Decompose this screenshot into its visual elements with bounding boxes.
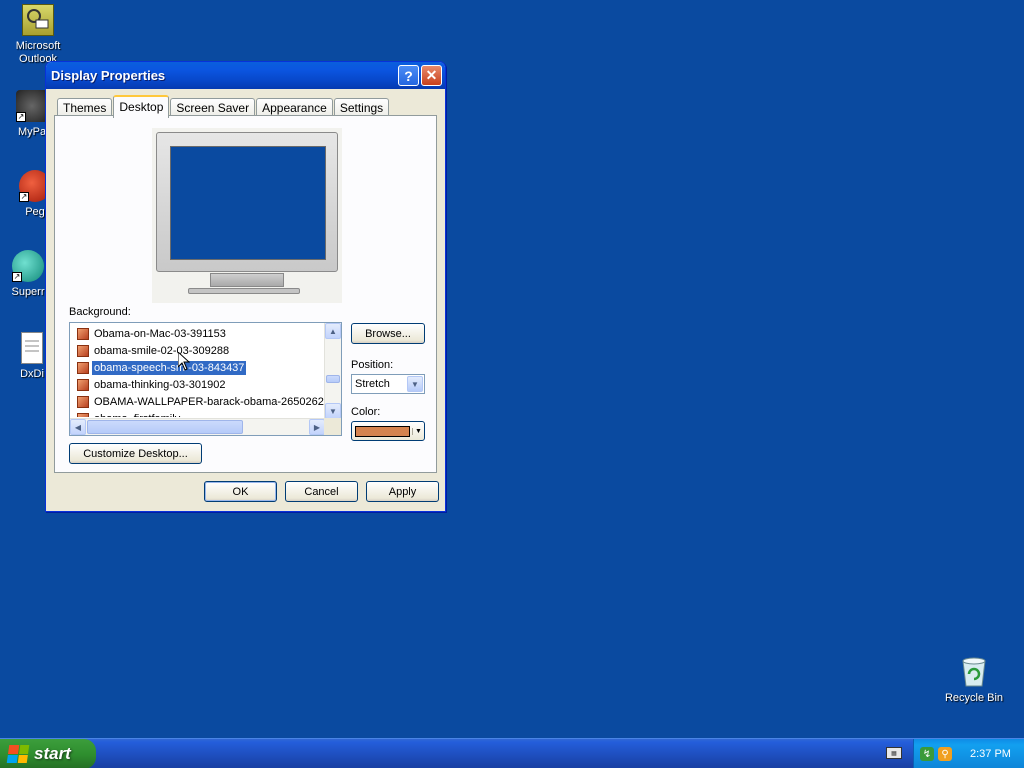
- list-item-label: obama-thinking-03-301902: [94, 378, 226, 391]
- display-properties-window: Display Properties ? ✕ Themes Desktop Sc…: [45, 61, 446, 512]
- list-item-label: OBAMA-WALLPAPER-barack-obama-2650262-8: [94, 395, 325, 408]
- scroll-down-icon[interactable]: ▼: [325, 403, 341, 419]
- apply-button[interactable]: Apply: [366, 481, 439, 502]
- cancel-button[interactable]: Cancel: [285, 481, 358, 502]
- monitor-preview: [152, 128, 342, 303]
- position-label: Position:: [351, 359, 394, 371]
- color-picker-button[interactable]: ▼: [351, 421, 425, 441]
- desktop-icon-label: Microsoft: [15, 40, 61, 52]
- background-list-items: Obama-on-Mac-03-391153 obama-smile-02-03…: [73, 325, 325, 417]
- background-listbox[interactable]: Obama-on-Mac-03-391153 obama-smile-02-03…: [69, 322, 342, 436]
- list-item-selected[interactable]: obama-speech-sm -03-843437: [73, 359, 325, 376]
- list-item[interactable]: obama-smile-02-03-309288: [73, 342, 325, 359]
- search-icon[interactable]: ⚲: [938, 747, 952, 761]
- monitor-foot: [188, 288, 300, 294]
- image-file-icon: [77, 361, 89, 374]
- mouse-cursor-icon: [178, 352, 190, 371]
- system-tray: ↯ ⚲ 2:37 PM: [913, 739, 1024, 768]
- chevron-down-icon: ▼: [412, 427, 424, 435]
- shortcut-arrow-icon: ↗: [19, 192, 29, 202]
- customize-desktop-button[interactable]: Customize Desktop...: [69, 443, 202, 464]
- color-label: Color:: [351, 406, 381, 418]
- start-button[interactable]: start: [0, 739, 96, 768]
- image-file-icon: [77, 327, 89, 340]
- position-value: Stretch: [355, 378, 390, 390]
- image-file-icon: [77, 344, 89, 357]
- scroll-up-icon[interactable]: ▲: [325, 323, 341, 339]
- start-label: start: [34, 744, 71, 763]
- color-swatch: [355, 425, 410, 437]
- list-item-label: obama-smile-02-03-309288: [94, 344, 230, 357]
- keyboard-icon[interactable]: ▦: [886, 747, 902, 759]
- outlook-icon: [22, 4, 54, 36]
- recycle-bin-label: Recycle Bin: [944, 692, 1004, 704]
- position-select[interactable]: Stretch ▼: [351, 374, 425, 394]
- vertical-scrollbar[interactable]: ▲ ▼: [324, 323, 341, 419]
- browse-button[interactable]: Browse...: [351, 323, 425, 344]
- shortcut-arrow-icon: ↗: [16, 112, 26, 122]
- tab-desktop[interactable]: Desktop: [113, 95, 170, 118]
- image-file-icon: [77, 412, 89, 417]
- shortcut-arrow-icon: ↗: [12, 272, 22, 282]
- list-item-label: Obama-on-Mac-03-391153: [94, 327, 226, 340]
- window-title: Display Properties: [51, 68, 166, 83]
- chevron-down-icon: ▼: [407, 376, 423, 392]
- desktop-icon-recycle-bin[interactable]: Recycle Bin: [938, 656, 1010, 704]
- network-icon[interactable]: ↯: [920, 747, 934, 761]
- mypa-icon: ↗: [16, 90, 48, 122]
- list-item[interactable]: obama-thinking-03-301902: [73, 376, 325, 393]
- list-item-label: obama-speech-sm -03-843437: [90, 359, 248, 376]
- list-item[interactable]: Obama-on-Mac-03-391153: [73, 325, 325, 342]
- scrollbar-corner: [324, 418, 341, 435]
- taskbar: start ▦ ↯ ⚲ 2:37 PM: [0, 738, 1024, 768]
- list-item[interactable]: OBAMA-WALLPAPER-barack-obama-2650262-8: [73, 393, 325, 410]
- desktop-icon-outlook[interactable]: Microsoft Outlook: [0, 4, 76, 66]
- horizontal-scrollbar[interactable]: ◀ ▶: [70, 418, 325, 435]
- list-item[interactable]: obama_firstfamily: [73, 410, 325, 417]
- clock[interactable]: 2:37 PM: [970, 748, 1011, 760]
- help-button[interactable]: ?: [398, 65, 419, 86]
- windows-logo-icon: [6, 745, 30, 763]
- close-button[interactable]: ✕: [421, 65, 442, 86]
- desktop-tab-panel: Background: Obama-on-Mac-03-391153 obama…: [54, 115, 437, 473]
- window-body: Themes Desktop Screen Saver Appearance S…: [49, 89, 442, 508]
- monitor-bezel: [156, 132, 338, 272]
- recycle-bin-icon: [962, 657, 986, 687]
- ok-button[interactable]: OK: [204, 481, 277, 502]
- vertical-scroll-thumb[interactable]: [326, 375, 340, 383]
- background-label: Background:: [69, 306, 131, 318]
- image-file-icon: [77, 378, 89, 391]
- superr-icon: ↗: [12, 250, 44, 282]
- notepad-icon: [21, 332, 43, 364]
- list-item-label: obama_firstfamily: [92, 412, 182, 418]
- monitor-stand: [210, 273, 284, 287]
- monitor-screen-preview: [170, 146, 326, 260]
- scroll-right-icon[interactable]: ▶: [309, 419, 325, 435]
- scroll-left-icon[interactable]: ◀: [70, 419, 86, 435]
- image-file-icon: [77, 395, 89, 408]
- horizontal-scroll-thumb[interactable]: [87, 420, 243, 434]
- title-bar[interactable]: Display Properties ? ✕: [46, 62, 445, 89]
